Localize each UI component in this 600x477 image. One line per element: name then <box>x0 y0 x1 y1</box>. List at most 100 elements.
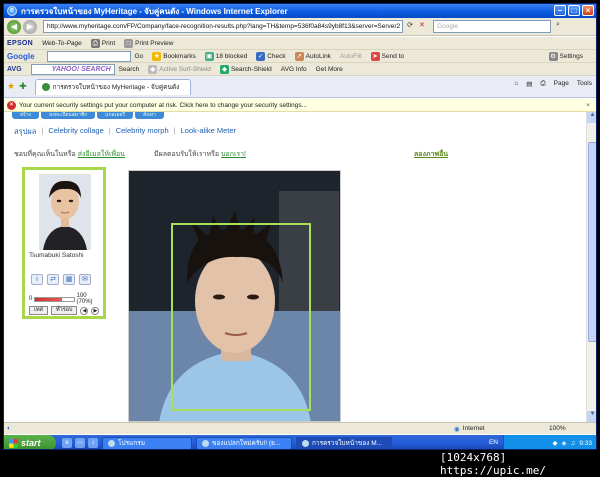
globe-icon: ◉ <box>454 425 460 433</box>
scroll-thumb[interactable] <box>588 142 596 342</box>
taskbar-item-active[interactable]: การตรวจใบหน้าของ M... <box>296 436 392 449</box>
face-detection-box <box>171 223 311 411</box>
home-icon[interactable]: ⌂ <box>514 80 518 88</box>
get-more-button[interactable]: Get More <box>316 66 343 73</box>
search-label: Search <box>118 65 140 73</box>
subnav-celebrity-collage[interactable]: Celebrity collage <box>48 126 103 138</box>
tray-icon[interactable]: ◆ <box>552 439 557 447</box>
send-to-button[interactable]: ➤ Send to <box>370 51 404 61</box>
maximize-button[interactable]: □ <box>568 5 580 16</box>
feeds-icon[interactable]: ▤ <box>526 80 532 88</box>
scroll-down-arrow-icon[interactable]: ▼ <box>587 411 596 422</box>
tab-active[interactable]: การตรวจใบหน้าของ MyHeritage - จับคู่คนดั… <box>34 78 191 95</box>
google-search-input[interactable] <box>46 50 131 62</box>
autofill-button[interactable]: AutoFill <box>340 53 362 60</box>
check-label: Check <box>267 52 286 60</box>
site-tab[interactable]: สร้าง <box>12 112 39 119</box>
settings-label: Settings <box>559 52 584 60</box>
web-to-page-button[interactable]: Web-To-Page <box>42 40 82 47</box>
refresh-icon[interactable]: ⟳ <box>405 21 415 32</box>
email-icon[interactable]: ✉ <box>79 274 91 285</box>
media-quicklaunch-icon[interactable]: ♪ <box>88 438 98 448</box>
url-input[interactable]: http://www.myheritage.com/FP/Company/fac… <box>43 20 403 33</box>
card-left-button[interactable]: เทศ <box>29 306 48 315</box>
gallery-icon[interactable]: ▦ <box>63 274 75 285</box>
command-bar: ⌂ ▤ ⎙ Page Tools <box>514 80 592 88</box>
print-icon[interactable]: ⎙ <box>540 80 545 88</box>
minimize-button[interactable]: – <box>554 5 566 16</box>
close-infobar-icon[interactable]: × <box>586 102 590 109</box>
ie-task-icon <box>202 439 209 447</box>
send-icon: ➤ <box>370 51 380 61</box>
taskbar-item[interactable]: โปรแกรม <box>102 436 192 449</box>
search-shield-button[interactable]: ◆ Search-Shield <box>219 64 272 74</box>
compare-icon[interactable]: ⇄ <box>47 274 59 285</box>
surf-shield-icon: ◆ <box>148 64 158 74</box>
card-buttons: เทศ ทั่วรอบ ◀ ▶ <box>29 306 100 315</box>
scroll-up-arrow-icon[interactable]: ▲ <box>587 112 596 123</box>
page-menu[interactable]: Page <box>554 80 569 88</box>
next-arrow-icon[interactable]: ▶ <box>91 306 100 315</box>
email-friend-link[interactable]: ส่งอีเมลให้เพื่อน <box>78 151 125 158</box>
ie-quicklaunch-icon[interactable]: e <box>62 438 72 448</box>
security-message: Your current security settings put your … <box>19 101 308 109</box>
tell-us-link[interactable]: บอกเรา! <box>221 151 246 158</box>
close-button[interactable]: × <box>582 5 594 16</box>
meter-bar[interactable] <box>34 296 75 302</box>
prev-arrow-icon[interactable]: ◀ <box>80 306 89 315</box>
subnav-celebrity-morph[interactable]: Celebrity morph <box>116 126 169 138</box>
blocked-label: 18 blocked <box>215 52 248 60</box>
windows-flag-icon <box>9 438 18 448</box>
subnav-look-alike-meter[interactable]: Look-alike Meter <box>181 126 236 138</box>
security-info-bar[interactable]: × Your current security settings put you… <box>4 99 596 112</box>
subnav-summary[interactable]: สรุปผล <box>14 126 36 138</box>
active-surf-shield-button[interactable]: ◆ Active Surf-Shield <box>148 64 211 74</box>
autofill-label: AutoFill <box>339 52 362 60</box>
card-action-icons: i ⇄ ▦ ✉ <box>31 274 91 285</box>
search-icon[interactable]: ⌕ <box>553 21 563 32</box>
print-button[interactable]: ⎙ Print <box>90 38 115 48</box>
try-another-photo-link[interactable]: ลองภาพอื่น <box>414 149 448 160</box>
autolink-button[interactable]: ↗ AutoLink <box>294 51 331 61</box>
zoom-control[interactable]: 100% <box>549 425 566 432</box>
check-button[interactable]: ✓ Check <box>256 51 286 61</box>
site-tab[interactable]: แกลเลอรี่ <box>97 112 134 119</box>
bookmarks-button[interactable]: ★ Bookmarks <box>152 51 196 61</box>
language-indicator[interactable]: EN <box>489 439 498 446</box>
ie-task-icon <box>302 439 309 447</box>
back-button[interactable]: ◀ <box>7 19 21 34</box>
forward-button[interactable]: ▶ <box>23 19 37 34</box>
resolution-watermark: [1024x768] https://upic.me/ <box>440 451 546 477</box>
desktop-quicklaunch-icon[interactable]: ▭ <box>75 438 85 448</box>
search-button[interactable]: Search <box>119 66 140 73</box>
taskbar-item[interactable]: ของแปลกใหม่ครับ!! (ย... <box>196 436 292 449</box>
favorites-star-icon[interactable]: ★ <box>7 81 15 92</box>
settings-button[interactable]: ⚙ Settings <box>548 51 584 61</box>
go-button[interactable]: Go <box>135 53 144 60</box>
address-bar: ◀ ▶ http://www.myheritage.com/FP/Company… <box>4 18 596 36</box>
stop-icon[interactable]: ✕ <box>417 21 427 32</box>
celebrity-portrait[interactable] <box>39 174 91 250</box>
volume-icon[interactable]: ♫ <box>570 440 575 447</box>
site-tab[interactable]: ลงทะเบียนสมาชิก <box>41 112 96 119</box>
look-alike-meter: 0 100 (70%) <box>29 293 103 305</box>
avg-info-button[interactable]: AVG Info <box>281 66 307 73</box>
ie-logo-icon: e <box>7 6 17 16</box>
title-bar: e การตรวจใบหน้าของ MyHeritage - จับคู่คน… <box>4 4 596 18</box>
tools-menu[interactable]: Tools <box>577 80 592 88</box>
vertical-scrollbar[interactable]: ▲ ▼ <box>586 112 596 422</box>
tray-icon[interactable]: ◈ <box>561 439 566 447</box>
print-preview-button[interactable]: □ Print Preview <box>124 38 173 48</box>
add-favorite-icon[interactable]: ✚ <box>19 81 27 92</box>
yahoo-search-input[interactable]: YAHOO! SEARCH <box>30 63 115 75</box>
task-label: โปรแกรม <box>118 440 146 447</box>
info-icon[interactable]: i <box>31 274 43 285</box>
site-tab[interactable]: ค้นหา <box>135 112 164 119</box>
start-button[interactable]: start <box>4 435 56 449</box>
meter-min-label: 0 <box>29 296 33 302</box>
search-input[interactable]: Google <box>433 20 551 33</box>
search-shield-icon: ◆ <box>219 64 229 74</box>
popup-blocked-button[interactable]: ▣ 18 blocked <box>204 51 248 61</box>
divider: | <box>41 126 44 135</box>
card-right-button[interactable]: ทั่วรอบ <box>51 306 78 315</box>
